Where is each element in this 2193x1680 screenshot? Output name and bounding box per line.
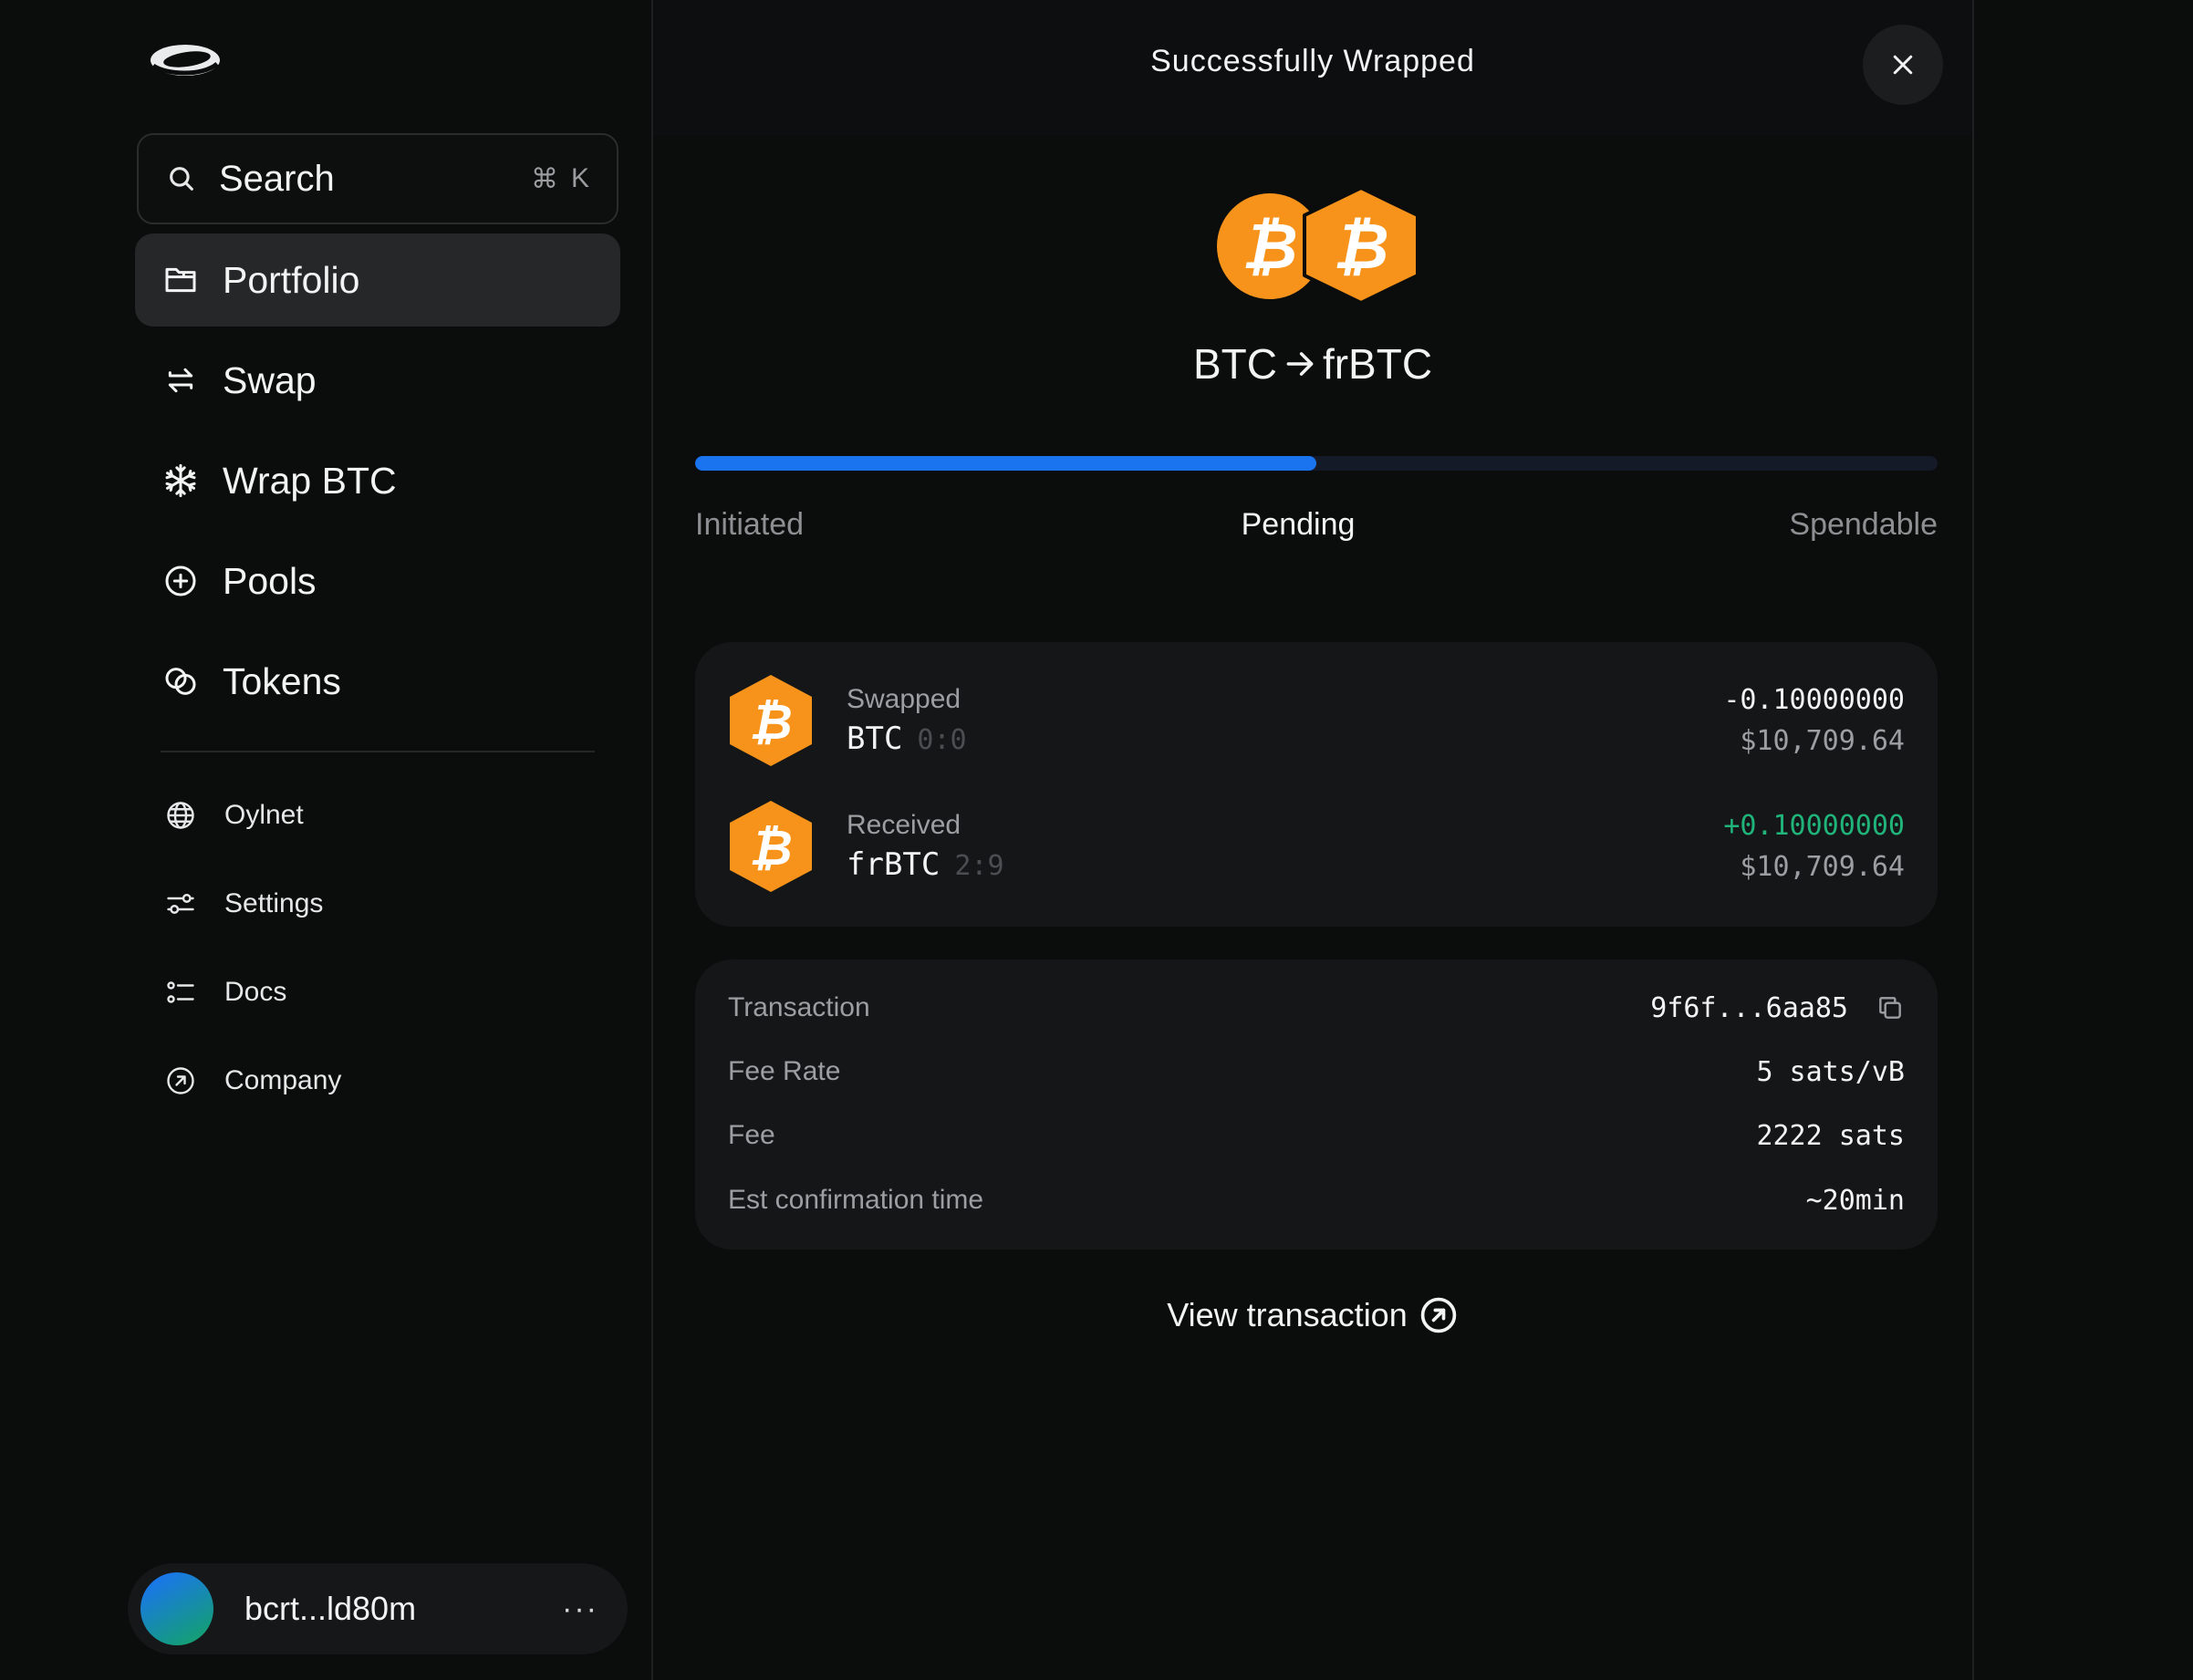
swapped-amounts: -0.10000000 $10,709.64 <box>1723 684 1905 757</box>
nav-label: Oylnet <box>224 800 304 830</box>
nav-item-portfolio[interactable]: Portfolio <box>135 233 620 327</box>
token-pair-icons: ₿ ₿ <box>1217 186 1419 305</box>
token-symbol: frBTC <box>847 846 941 883</box>
nav-item-wrap-btc[interactable]: Wrap BTC <box>135 434 620 527</box>
swapped-row: ₿ Swapped BTC 0:0 -0.10000000 $10,709.64 <box>728 673 1905 768</box>
svg-text:₿: ₿ <box>1333 209 1388 284</box>
token-id: 0:0 <box>917 724 967 756</box>
step-pending: Pending <box>1241 507 1356 542</box>
detail-value: 9f6f...6aa85 <box>1650 992 1905 1024</box>
detail-value: ~20min <box>1805 1184 1905 1217</box>
nav-item-swap[interactable]: Swap <box>135 334 620 427</box>
account-address: bcrt...ld80m <box>244 1590 417 1627</box>
step-spendable: Spendable <box>1789 507 1938 542</box>
transaction-details-card: Transaction 9f6f...6aa85 Fee Rate 5 sats… <box>695 959 1938 1250</box>
detail-row-confirmation-time: Est confirmation time ~20min <box>728 1177 1905 1223</box>
globe-icon <box>167 802 194 829</box>
k-key: K <box>570 163 589 193</box>
svg-text:₿: ₿ <box>749 693 792 751</box>
nav-label: Portfolio <box>223 258 360 301</box>
folder-icon <box>165 267 196 293</box>
nav-label: Settings <box>224 888 324 918</box>
detail-value: 5 sats/vB <box>1756 1055 1905 1088</box>
detail-row-fee-rate: Fee Rate 5 sats/vB <box>728 1049 1905 1094</box>
panel-header: Successfully Wrapped <box>653 0 1972 135</box>
transaction-panel: Successfully Wrapped ₿ ₿ BTC frBTC Initi… <box>653 0 1974 1680</box>
detail-row-fee: Fee 2222 sats <box>728 1113 1905 1158</box>
arrow-up-right-circle-icon <box>1420 1297 1456 1333</box>
sidebar-divider <box>161 751 595 752</box>
nav-label: Wrap BTC <box>223 459 397 502</box>
search-placeholder: Search <box>219 158 335 199</box>
swap-summary-card: ₿ Swapped BTC 0:0 -0.10000000 $10,709.64 … <box>695 642 1938 927</box>
transaction-id[interactable]: 9f6f...6aa85 <box>1650 992 1848 1024</box>
nav-label: Company <box>224 1065 342 1095</box>
close-button[interactable] <box>1863 25 1943 105</box>
sidebar: Search ⌘ K Portfolio Swap Wrap BTC Pools <box>0 0 653 1680</box>
received-token: frBTC 2:9 <box>847 846 1723 883</box>
nav-item-company[interactable]: Company <box>164 1053 341 1108</box>
bitcoin-icon: ₿ <box>730 675 812 766</box>
swapped-amount: -0.10000000 <box>1723 684 1905 716</box>
search-shortcut: ⌘ K <box>531 163 589 195</box>
nav-label: Pools <box>223 559 317 602</box>
command-key: ⌘ <box>530 163 558 194</box>
snowflake-icon <box>165 463 196 498</box>
token-id: 2:9 <box>954 850 1004 882</box>
copy-icon[interactable] <box>1876 993 1905 1022</box>
detail-label: Fee Rate <box>728 1056 841 1086</box>
sliders-icon <box>167 894 194 914</box>
to-token: frBTC <box>1322 340 1433 388</box>
close-icon <box>1893 55 1913 75</box>
plus-circle-icon <box>165 565 196 596</box>
received-info: Received frBTC 2:9 <box>847 810 1723 883</box>
avatar <box>140 1572 213 1645</box>
swapped-usd: $10,709.64 <box>1740 725 1905 757</box>
token-pair-title: BTC frBTC <box>653 339 1972 389</box>
bitcoin-icon: ₿ <box>730 801 812 892</box>
received-usd: $10,709.64 <box>1740 851 1905 883</box>
tokens-icon <box>165 668 196 695</box>
detail-row-transaction: Transaction 9f6f...6aa85 <box>728 985 1905 1031</box>
detail-label: Transaction <box>728 992 870 1022</box>
token-symbol: BTC <box>847 721 903 757</box>
detail-label: Est confirmation time <box>728 1185 984 1215</box>
nav-label: Swap <box>223 358 317 401</box>
swapped-info: Swapped BTC 0:0 <box>847 684 1723 757</box>
received-amounts: +0.10000000 $10,709.64 <box>1723 810 1905 883</box>
svg-text:₿: ₿ <box>1242 209 1297 284</box>
detail-label: Fee <box>728 1120 775 1150</box>
arrow-up-right-circle-icon <box>167 1067 194 1094</box>
progress-fill <box>695 456 1316 471</box>
received-row: ₿ Received frBTC 2:9 +0.10000000 $10,709.… <box>728 799 1905 894</box>
nav-item-docs[interactable]: Docs <box>164 965 286 1020</box>
more-options-icon[interactable]: ··· <box>562 1592 598 1627</box>
view-transaction-label: View transaction <box>1167 1296 1408 1333</box>
nav-label: Docs <box>224 977 287 1007</box>
nav-item-settings[interactable]: Settings <box>164 876 323 931</box>
received-amount: +0.10000000 <box>1723 810 1905 842</box>
arrow-right-icon <box>1286 352 1314 376</box>
search-icon <box>170 167 193 191</box>
account-pill[interactable]: bcrt...ld80m ··· <box>128 1563 628 1654</box>
progress-bar <box>695 456 1938 471</box>
nav-item-pools[interactable]: Pools <box>135 534 620 627</box>
swap-icon <box>168 368 193 393</box>
list-icon <box>167 981 194 1003</box>
detail-value: 2222 sats <box>1756 1119 1905 1152</box>
view-transaction-link[interactable]: View transaction <box>653 1295 1972 1335</box>
search-box[interactable]: Search ⌘ K <box>137 133 618 224</box>
nav-label: Tokens <box>223 659 341 702</box>
frbtc-coin-icon: ₿ <box>1303 186 1419 305</box>
app-logo[interactable] <box>148 38 223 82</box>
from-token: BTC <box>1192 340 1277 388</box>
received-label: Received <box>847 810 961 840</box>
nav-item-tokens[interactable]: Tokens <box>135 635 620 728</box>
panel-title: Successfully Wrapped <box>1150 44 1475 78</box>
svg-text:₿: ₿ <box>749 819 792 876</box>
nav-item-oylnet[interactable]: Oylnet <box>164 788 304 843</box>
swapped-label: Swapped <box>847 684 961 714</box>
swapped-token: BTC 0:0 <box>847 721 1723 757</box>
